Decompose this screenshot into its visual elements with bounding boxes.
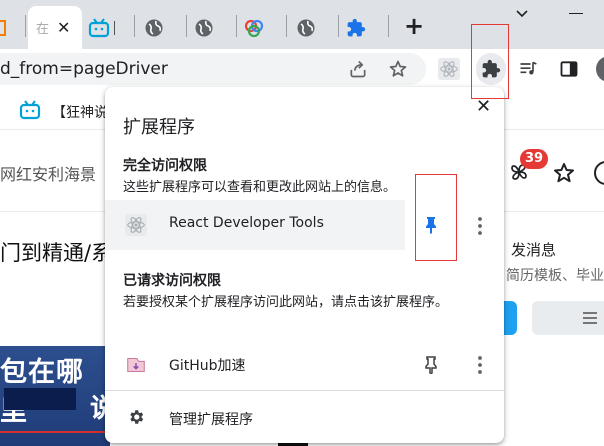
globe-icon xyxy=(195,19,213,36)
tab-globe-3[interactable] xyxy=(292,6,336,49)
address-bar[interactable]: d_from=pageDriver xyxy=(0,53,426,85)
extensions-menu-title: 扩展程序 xyxy=(123,117,195,138)
share-icon[interactable] xyxy=(348,59,368,79)
media-controls-icon[interactable] xyxy=(518,59,538,79)
page-heading: 门到精通/系 xyxy=(0,241,113,265)
full-access-title: 完全访问权限 xyxy=(123,158,207,174)
bilibili-icon xyxy=(19,100,41,120)
minimize-button[interactable] xyxy=(569,13,583,14)
requested-access-desc: 若要授权某个扩展程序访问此网站，请点击该扩展程序。 xyxy=(123,295,449,310)
notification-count: 39 xyxy=(525,151,544,166)
tab-title: 在 xyxy=(36,22,50,37)
tab-active[interactable]: 在 ✕ xyxy=(28,6,82,49)
globe-icon xyxy=(145,19,163,36)
tab-separator xyxy=(286,15,287,37)
tab-app[interactable] xyxy=(242,6,286,49)
page-search-text[interactable]: 网红安利海景 xyxy=(0,161,96,185)
tab-favicon-icon xyxy=(0,19,6,36)
extension-row-react[interactable]: React Developer Tools xyxy=(105,200,405,250)
menu-divider xyxy=(105,390,504,391)
tab-globe-1[interactable] xyxy=(140,6,188,49)
tab-extension[interactable] xyxy=(342,6,386,49)
more-options-icon[interactable] xyxy=(478,216,482,236)
tab-bilibili[interactable] xyxy=(86,6,132,49)
tab-separator xyxy=(388,15,389,37)
tab-search-chevron-icon[interactable] xyxy=(514,6,530,22)
github-accelerator-icon xyxy=(127,358,145,372)
tab-separator xyxy=(186,15,187,37)
thumbnail-bar xyxy=(4,388,76,410)
pin-icon[interactable] xyxy=(423,356,439,374)
bookmark-star-icon[interactable] xyxy=(388,59,408,79)
manage-extensions-label: 管理扩展程序 xyxy=(169,412,253,428)
close-button[interactable]: ✕ xyxy=(476,96,491,117)
bilibili-icon xyxy=(88,17,110,37)
resume-link[interactable]: 简历模板、毕业 xyxy=(506,265,604,285)
react-icon xyxy=(125,214,147,236)
menu-button[interactable] xyxy=(532,301,604,335)
notification-badge: 39 xyxy=(520,149,548,169)
tab-separator xyxy=(338,15,339,37)
side-panel-icon[interactable] xyxy=(559,59,579,79)
more-options-icon[interactable] xyxy=(478,355,482,375)
address-bar-url: d_from=pageDriver xyxy=(0,59,168,79)
progress-line xyxy=(0,431,106,433)
extension-name: React Developer Tools xyxy=(169,215,324,231)
extension-row-github[interactable]: GitHub加速 xyxy=(105,340,504,390)
tab-separator xyxy=(236,15,237,37)
tab-globe-2[interactable] xyxy=(190,6,238,49)
globe-icon xyxy=(297,19,315,36)
tab-title-fragment xyxy=(114,20,115,35)
tab-separator xyxy=(134,15,135,37)
profile-avatar[interactable] xyxy=(596,56,604,82)
annotation-box xyxy=(471,24,509,99)
puzzle-icon xyxy=(347,18,366,36)
menu-icon xyxy=(583,312,597,324)
react-extension-icon[interactable] xyxy=(438,58,460,80)
requested-access-title: 已请求访问权限 xyxy=(123,273,221,289)
colorful-app-icon xyxy=(244,19,264,37)
new-tab-button[interactable]: + xyxy=(404,12,424,40)
manage-extensions-item[interactable]: 管理扩展程序 xyxy=(105,393,504,439)
history-clock-icon[interactable] xyxy=(594,161,604,185)
annotation-box xyxy=(415,174,457,261)
tab-1[interactable] xyxy=(0,6,24,49)
extension-name: GitHub加速 xyxy=(169,358,246,374)
favorite-star-icon[interactable] xyxy=(552,161,576,185)
tab-separator xyxy=(25,15,26,37)
send-message-link[interactable]: 发消息 xyxy=(511,239,556,260)
tab-strip: 在 ✕ + xyxy=(0,0,604,49)
tab-close-button[interactable]: ✕ xyxy=(57,18,70,37)
bookmark-item-label[interactable]: 【狂神说 xyxy=(52,102,108,122)
gear-icon xyxy=(130,410,144,424)
extensions-menu: 扩展程序 ✕ 完全访问权限 这些扩展程序可以查看和更改此网站上的信息。 Reac… xyxy=(105,87,504,443)
browser-toolbar: d_from=pageDriver xyxy=(0,49,604,90)
